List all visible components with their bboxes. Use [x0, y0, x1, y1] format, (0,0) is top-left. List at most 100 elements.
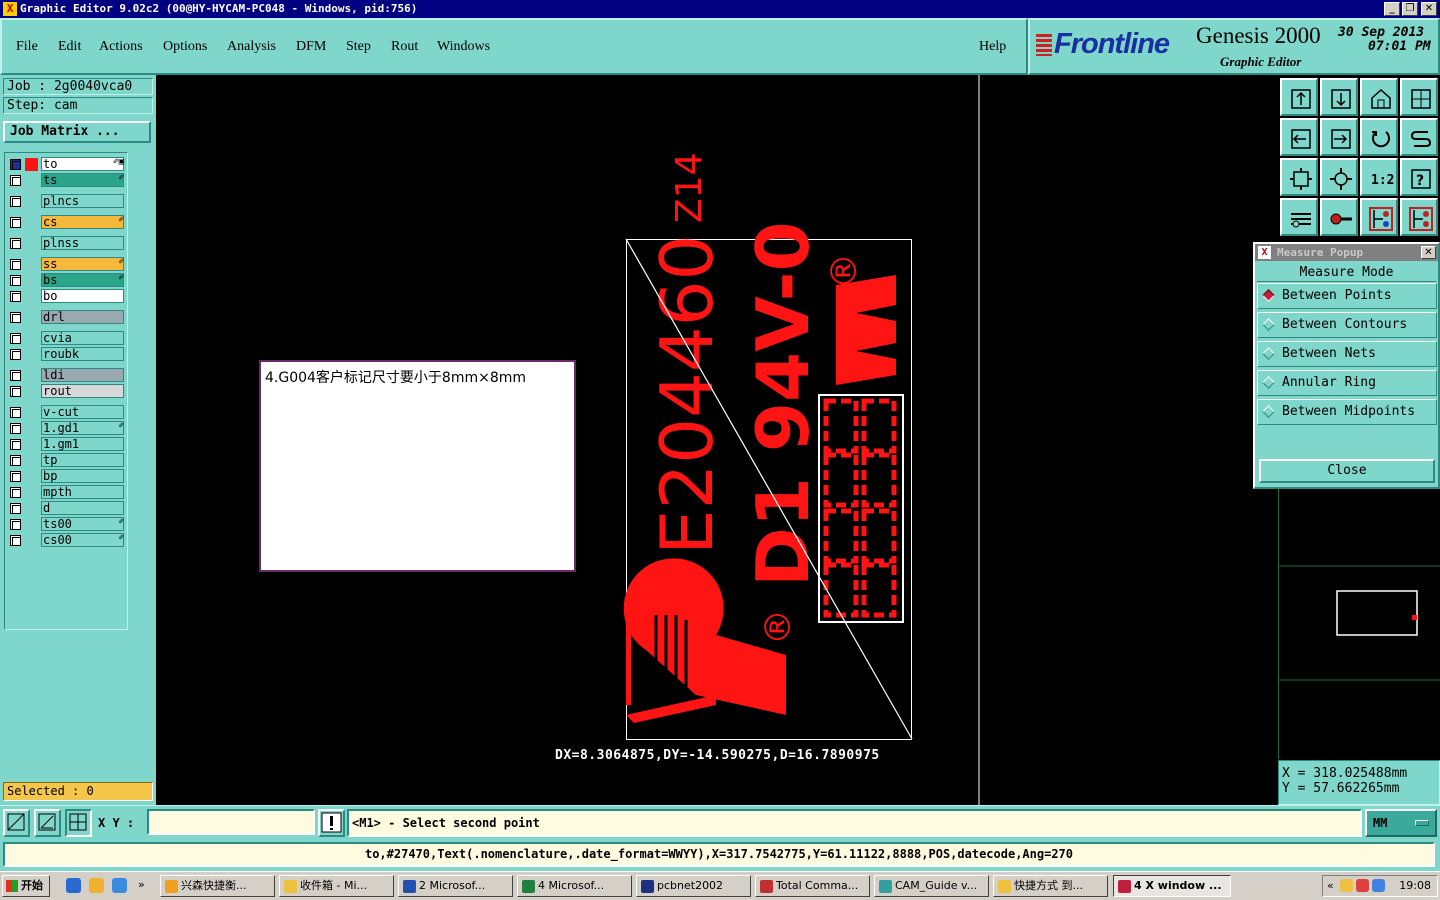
menu-analysis[interactable]: Analysis — [227, 39, 276, 55]
layer-name[interactable]: bo — [41, 289, 124, 303]
layer-checkbox[interactable] — [10, 196, 21, 207]
layer-name[interactable]: mpth — [41, 485, 124, 499]
layer-checkbox[interactable] — [10, 423, 21, 434]
layer-row[interactable]: roubk — [5, 347, 127, 362]
net-button[interactable] — [1360, 198, 1398, 236]
taskbar-button[interactable]: 2 Microsof... — [398, 875, 513, 897]
start-button[interactable]: 开始 — [2, 875, 50, 897]
taskbar-button[interactable]: Total Comma... — [755, 875, 870, 897]
menu-help[interactable]: Help — [979, 39, 1006, 55]
layer-row[interactable]: ts00 ✐ — [5, 517, 127, 532]
layer-row[interactable]: drl — [5, 310, 127, 325]
layer-row[interactable]: cs ✐ — [5, 215, 127, 230]
layer-row[interactable]: ldi — [5, 368, 127, 383]
layer-checkbox[interactable] — [10, 503, 21, 514]
taskbar-button[interactable]: 4 Microsof... — [517, 875, 632, 897]
layer-checkbox[interactable] — [10, 259, 21, 270]
minimize-button[interactable]: _ — [1384, 2, 1400, 16]
layer-name[interactable]: ss — [41, 257, 124, 271]
layer-row[interactable]: bs ✐ — [5, 273, 127, 288]
layer-checkbox[interactable] — [10, 217, 21, 228]
layer-row[interactable]: ts ✐ — [5, 173, 127, 188]
layer-name[interactable]: ts00 — [41, 517, 124, 531]
layer-checkbox[interactable] — [10, 519, 21, 530]
layer-checkbox[interactable] — [10, 386, 21, 397]
layer-checkbox[interactable] — [10, 455, 21, 466]
layer-name[interactable]: bp — [41, 469, 124, 483]
layer-checkbox[interactable] — [10, 487, 21, 498]
layer-row[interactable]: v-cut — [5, 405, 127, 420]
layer-name[interactable]: roubk — [41, 347, 124, 361]
split-button[interactable] — [1400, 78, 1438, 116]
snap-angle-button[interactable] — [34, 809, 61, 837]
popup-title-bar[interactable]: X Measure Popup ✕ — [1255, 244, 1438, 261]
layer-row[interactable]: cvia — [5, 331, 127, 346]
window-title-bar[interactable]: X Graphic Editor 9.02c2 (00@HY-HYCAM-PC0… — [0, 0, 1440, 18]
xy-input[interactable] — [147, 809, 315, 835]
taskbar-button[interactable]: 收件箱 - Mi... — [279, 875, 394, 897]
layer-checkbox[interactable] — [10, 291, 21, 302]
layer-name[interactable]: v-cut — [41, 405, 124, 419]
menu-actions[interactable]: Actions — [99, 39, 143, 55]
taskbar-button[interactable]: CAM_Guide v... — [874, 875, 989, 897]
layer-checkbox[interactable] — [10, 312, 21, 323]
layer-name[interactable]: tp — [41, 453, 124, 467]
job-matrix-button[interactable]: Job Matrix ... — [3, 121, 151, 143]
popup-close-button[interactable]: Close — [1259, 459, 1435, 483]
fit-button[interactable] — [1280, 158, 1318, 196]
layer-row[interactable]: rout — [5, 384, 127, 399]
menu-edit[interactable]: Edit — [58, 39, 81, 55]
layer-row[interactable]: plnss — [5, 236, 127, 251]
redraw-button[interactable] — [1400, 118, 1438, 156]
home-button[interactable] — [1360, 78, 1398, 116]
layer-name[interactable]: drl — [41, 310, 124, 324]
menu-options[interactable]: Options — [163, 39, 207, 55]
option-annular-ring[interactable]: Annular Ring — [1257, 370, 1437, 396]
pan-right-button[interactable] — [1320, 118, 1358, 156]
option-between-contours[interactable]: Between Contours — [1257, 312, 1437, 338]
layer-name[interactable]: plnss — [41, 236, 124, 250]
overview-viewport[interactable] — [1336, 590, 1418, 636]
layer-row[interactable]: ss ✐ — [5, 257, 127, 272]
query-button[interactable]: ? — [1400, 158, 1438, 196]
layer-checkbox[interactable] — [10, 535, 21, 546]
layer-checkbox[interactable] — [10, 471, 21, 482]
layer-checkbox[interactable] — [10, 407, 21, 418]
menu-rout[interactable]: Rout — [391, 39, 418, 55]
layer-row[interactable]: mpth — [5, 485, 127, 500]
layer-checkbox[interactable] — [10, 159, 21, 170]
layer-row[interactable]: to ✐▣ — [5, 157, 127, 172]
warning-button[interactable] — [318, 809, 345, 837]
layer-checkbox[interactable] — [10, 275, 21, 286]
restore-button[interactable]: ❐ — [1402, 2, 1418, 16]
zoom-in-button[interactable] — [1320, 78, 1358, 116]
menu-windows[interactable]: Windows — [437, 39, 490, 55]
menu-step[interactable]: Step — [346, 39, 371, 55]
grid-snap-button[interactable] — [65, 809, 92, 837]
layer-name[interactable]: cvia — [41, 331, 124, 345]
layer-name[interactable]: cs — [41, 215, 124, 229]
undo-zoom-button[interactable] — [1360, 118, 1398, 156]
pan-left-button[interactable] — [1280, 118, 1318, 156]
layer-row[interactable]: bp — [5, 469, 127, 484]
layer-name[interactable]: ts — [41, 173, 124, 187]
layer-name[interactable]: cs00 — [41, 533, 124, 547]
layer-row[interactable]: tp — [5, 453, 127, 468]
taskbar-button[interactable]: 4 X window ... — [1113, 875, 1231, 897]
menu-dfm[interactable]: DFM — [296, 39, 326, 55]
tray-app-icon[interactable] — [1340, 879, 1353, 892]
taskbar-button[interactable]: pcbnet2002 — [636, 875, 751, 897]
option-between-midpoints[interactable]: Between Midpoints — [1257, 399, 1437, 425]
net-color-button[interactable] — [1400, 198, 1438, 236]
scale-button[interactable]: 1:2 — [1360, 158, 1398, 196]
layer-checkbox[interactable] — [10, 439, 21, 450]
tray-network-icon[interactable] — [1372, 879, 1385, 892]
layer-name[interactable]: 1.gd1 — [41, 421, 124, 435]
desktop-icon[interactable] — [112, 878, 127, 893]
option-between-nets[interactable]: Between Nets — [1257, 341, 1437, 367]
center-button[interactable] — [1320, 158, 1358, 196]
layer-checkbox[interactable] — [10, 349, 21, 360]
taskbar-button[interactable]: 快捷方式 到... — [993, 875, 1108, 897]
layer-row[interactable]: 1.gm1 — [5, 437, 127, 452]
outlook-icon[interactable] — [89, 878, 104, 893]
